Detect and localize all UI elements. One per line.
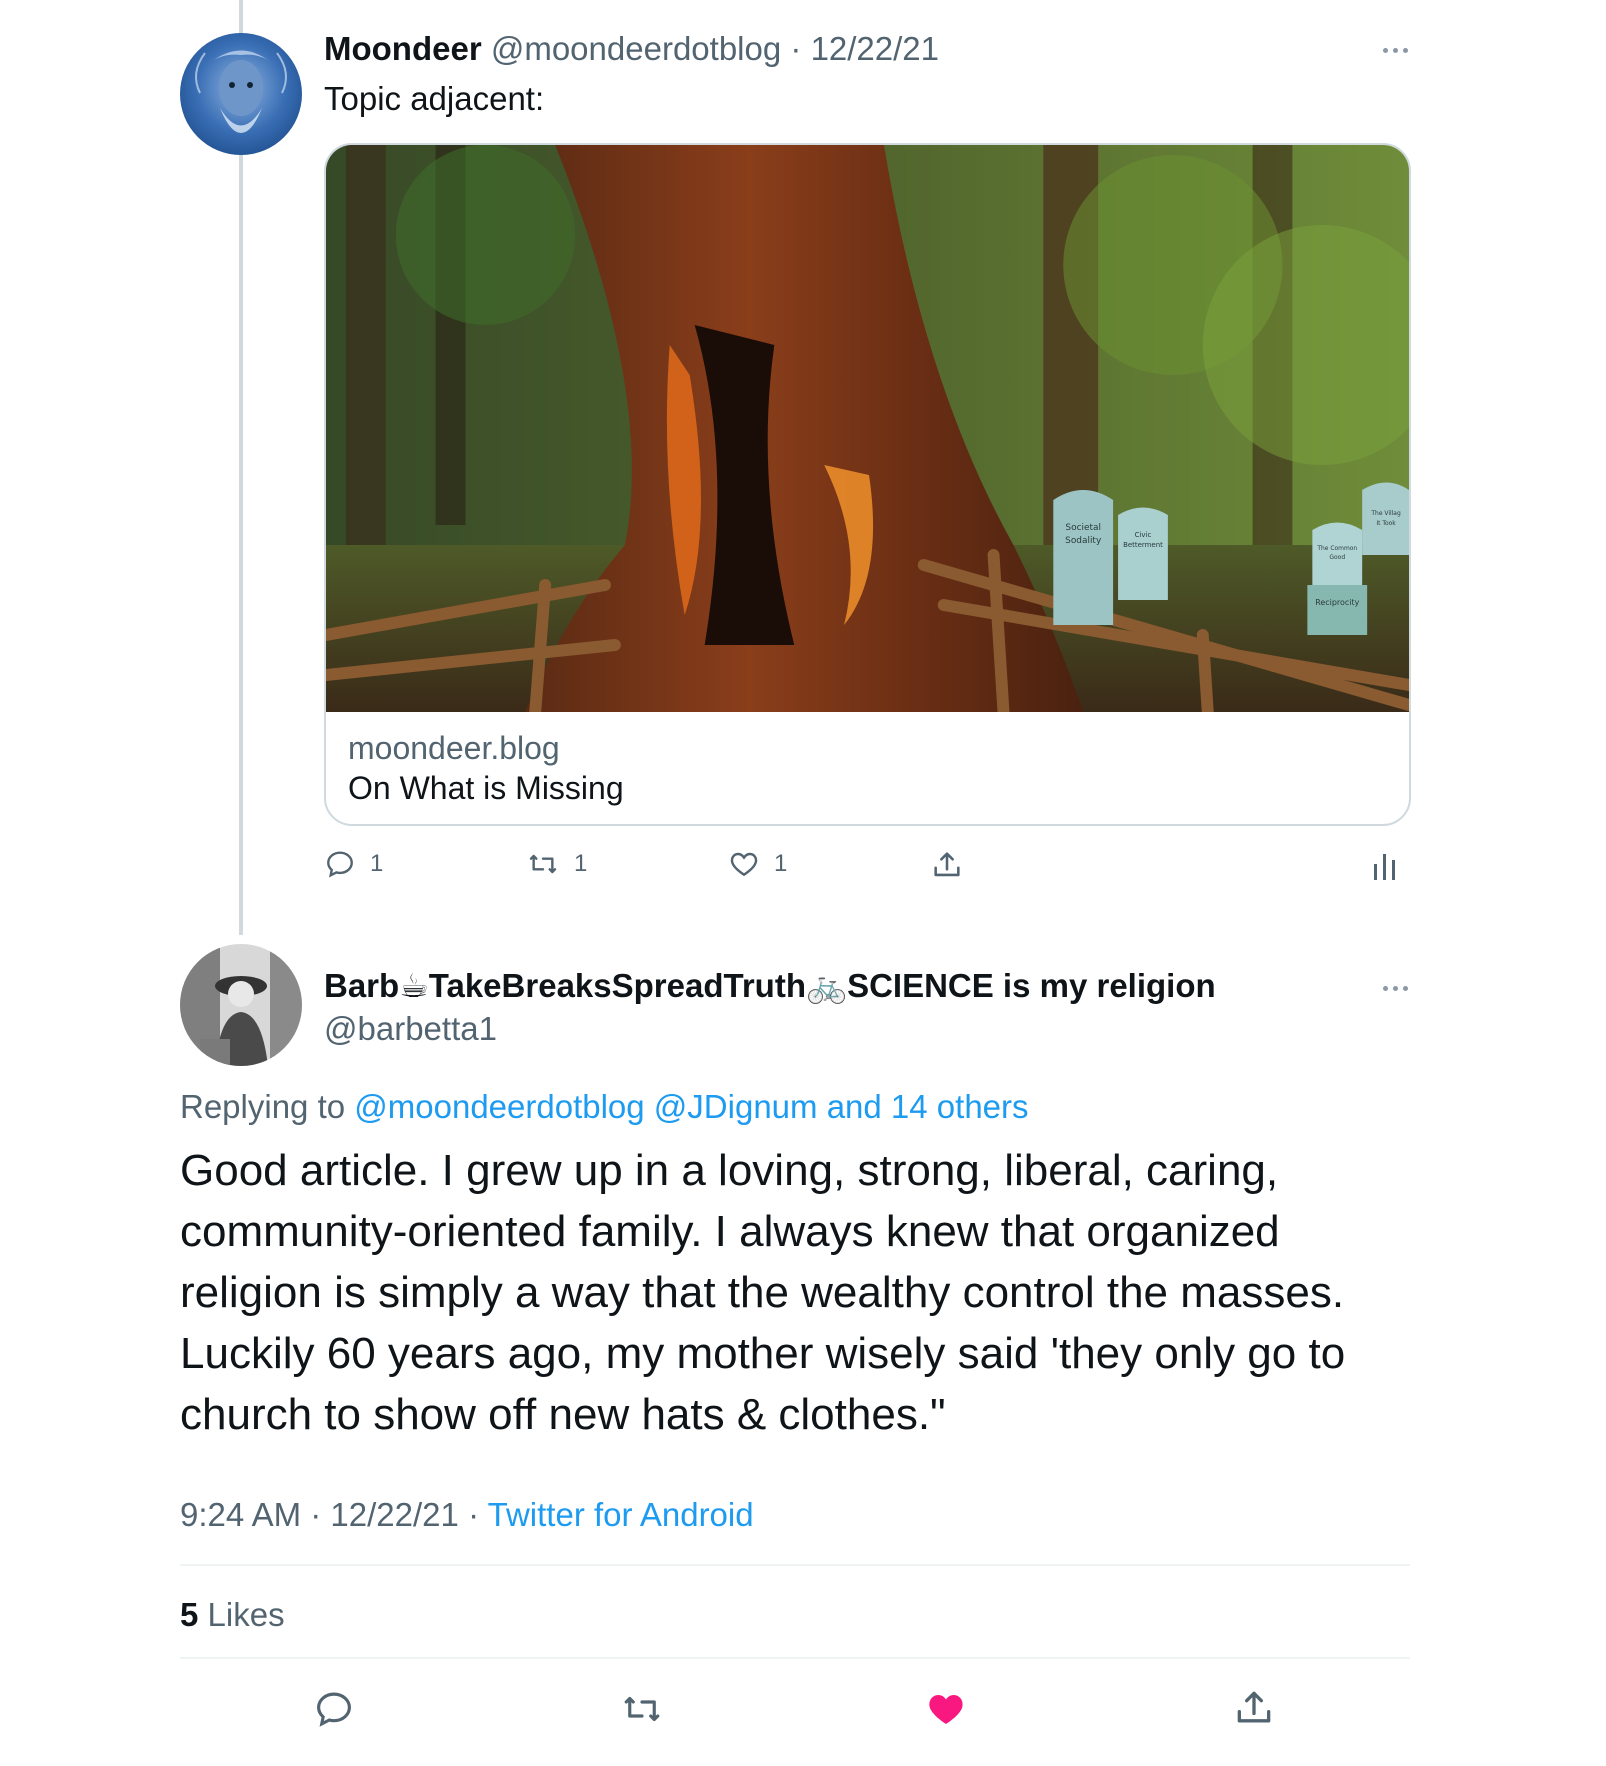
tweet-meta: 9:24 AM · 12/22/21 · Twitter for Android <box>180 1496 754 1534</box>
share-icon <box>1237 1691 1271 1723</box>
replying-to: Replying to @moondeerdotblog @JDignum an… <box>180 1088 1029 1126</box>
like-action[interactable]: 1 <box>728 848 787 880</box>
retweet-icon <box>624 1696 660 1722</box>
parent-display-name[interactable]: Moondeer <box>324 30 482 67</box>
retweet-icon <box>529 854 557 874</box>
svg-text:It Took: It Took <box>1376 520 1396 527</box>
retweet-action[interactable]: 1 <box>526 848 587 880</box>
liked-heart-icon <box>929 1695 963 1724</box>
replying-mentions[interactable]: @moondeerdotblog @JDignum and 14 others <box>354 1088 1028 1125</box>
likes-summary[interactable]: 5 Likes <box>180 1596 285 1634</box>
parent-date[interactable]: 12/22/21 <box>811 30 939 67</box>
moondeer-avatar[interactable] <box>180 33 302 155</box>
likes-label: Likes <box>207 1596 285 1633</box>
barbetta-avatar[interactable] <box>180 944 302 1066</box>
card-title: On What is Missing <box>348 770 624 806</box>
reply-action[interactable]: 1 <box>324 848 383 880</box>
reply-button[interactable] <box>313 1688 355 1735</box>
like-icon <box>730 852 758 877</box>
parent-more-icon[interactable] <box>1383 48 1408 53</box>
divider-top <box>180 1564 1410 1566</box>
parent-handle[interactable]: @moondeerdotblog <box>491 30 781 67</box>
parent-separator: · <box>790 30 802 67</box>
like-button[interactable] <box>925 1688 967 1735</box>
parent-tweet-header: Moondeer @moondeerdotblog · 12/22/21 <box>324 30 939 68</box>
reply-count: 1 <box>370 850 384 877</box>
tweet-time[interactable]: 9:24 AM <box>180 1496 301 1533</box>
reply-icon <box>327 851 353 878</box>
reply-display-name[interactable]: Barb☕TakeBreaksSpreadTruth🚲SCIENCE is my… <box>324 966 1216 1006</box>
svg-text:The Common: The Common <box>1316 545 1357 552</box>
svg-text:Societal: Societal <box>1065 523 1101 533</box>
retweet-count: 1 <box>574 850 588 877</box>
svg-text:The Villag: The Villag <box>1370 510 1401 517</box>
share-icon <box>934 852 960 877</box>
share-button[interactable] <box>1232 1686 1276 1735</box>
meta-separator-1: · <box>310 1496 322 1533</box>
link-card[interactable]: Societal Sodality Civic Betterment The Com… <box>324 143 1411 826</box>
reply-handle[interactable]: @barbetta1 <box>324 1010 497 1048</box>
tweet-date[interactable]: 12/22/21 <box>330 1496 458 1533</box>
svg-text:Good: Good <box>1329 554 1345 561</box>
svg-text:Civic: Civic <box>1135 531 1152 539</box>
card-image: Societal Sodality Civic Betterment The Com… <box>326 145 1409 712</box>
card-domain: moondeer.blog <box>348 730 560 766</box>
retweet-button[interactable] <box>620 1688 664 1735</box>
likes-count: 5 <box>180 1596 199 1633</box>
tweet-source[interactable]: Twitter for Android <box>488 1496 754 1533</box>
reply-more-icon[interactable] <box>1383 986 1408 991</box>
analytics-icon[interactable] <box>1372 852 1398 885</box>
replying-prefix: Replying to <box>180 1088 346 1125</box>
reply-icon <box>317 1692 351 1727</box>
svg-text:Sodality: Sodality <box>1065 536 1102 546</box>
meta-separator-2: · <box>468 1496 480 1533</box>
divider-bottom <box>180 1657 1410 1659</box>
share-action[interactable] <box>930 848 964 882</box>
reply-tweet-text: Good article. I grew up in a loving, str… <box>180 1146 1346 1439</box>
svg-text:Reciprocity: Reciprocity <box>1315 598 1359 607</box>
svg-text:Betterment: Betterment <box>1123 541 1163 549</box>
like-count: 1 <box>774 850 788 877</box>
parent-tweet-text: Topic adjacent: <box>324 80 545 117</box>
